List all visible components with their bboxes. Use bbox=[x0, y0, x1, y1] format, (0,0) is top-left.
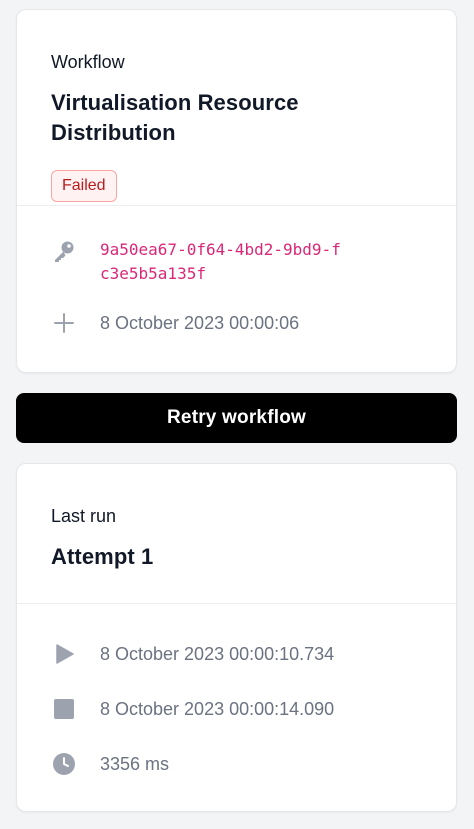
workflow-id-row: 9a50ea67-0f64-4bd2-9bd9-fc3e5b5a135f bbox=[51, 238, 436, 286]
duration-value: 3356 ms bbox=[100, 754, 170, 774]
workflow-card: Workflow Virtualisation Resource Distrib… bbox=[16, 9, 457, 373]
retry-workflow-button[interactable]: Retry workflow bbox=[16, 393, 457, 443]
started-timestamp: 8 October 2023 00:00:10.734 bbox=[100, 644, 335, 664]
key-icon bbox=[51, 238, 77, 264]
created-row: 8 October 2023 00:00:06 bbox=[51, 310, 436, 336]
workflow-id: 9a50ea67-0f64-4bd2-9bd9-fc3e5b5a135f bbox=[100, 240, 341, 283]
last-run-card: Last run Attempt 1 8 October 2023 00:00:… bbox=[16, 463, 457, 812]
duration-row: 3356 ms bbox=[51, 751, 436, 777]
plus-icon bbox=[51, 310, 77, 336]
finished-row: 8 October 2023 00:00:14.090 bbox=[51, 696, 436, 722]
started-row: 8 October 2023 00:00:10.734 bbox=[51, 641, 436, 667]
last-run-eyebrow: Last run bbox=[51, 506, 117, 526]
workflow-card-header: Workflow Virtualisation Resource Distrib… bbox=[17, 10, 456, 206]
last-run-header: Last run Attempt 1 bbox=[17, 464, 456, 604]
created-timestamp: 8 October 2023 00:00:06 bbox=[100, 313, 300, 333]
workflow-eyebrow: Workflow bbox=[51, 52, 125, 72]
workflow-title: Virtualisation Resource Distribution bbox=[51, 90, 299, 145]
attempt-title: Attempt 1 bbox=[51, 544, 154, 569]
clock-icon bbox=[51, 751, 77, 777]
finished-timestamp: 8 October 2023 00:00:14.090 bbox=[100, 699, 335, 719]
play-icon bbox=[51, 641, 77, 667]
status-badge: Failed bbox=[51, 170, 117, 202]
stop-icon bbox=[51, 696, 77, 722]
